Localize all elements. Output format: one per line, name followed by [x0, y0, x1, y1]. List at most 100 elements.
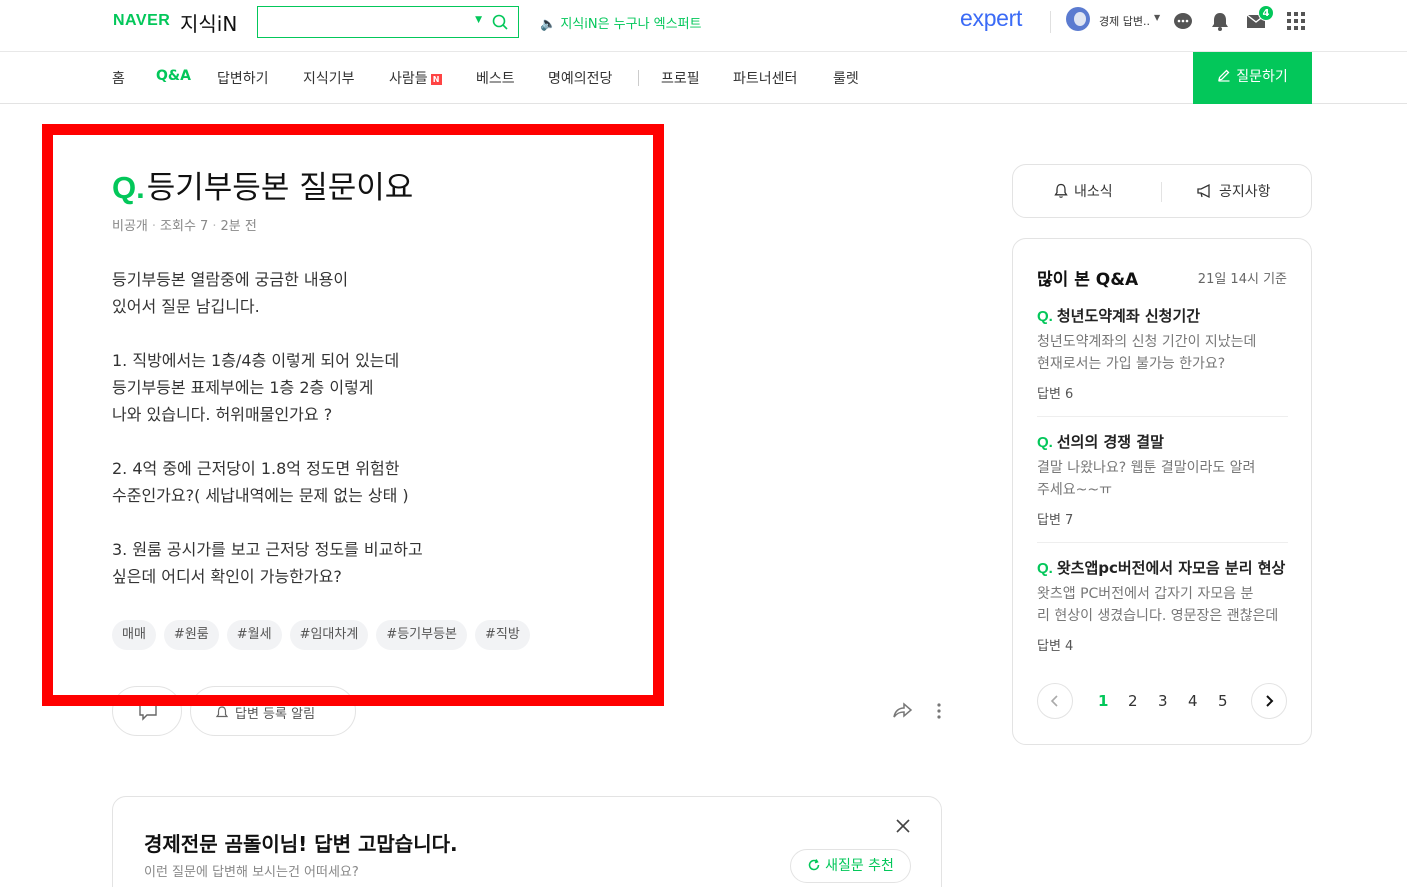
tag-chip[interactable]: #원룸 — [163, 620, 219, 650]
my-news-button[interactable]: 내소식 — [1053, 181, 1113, 201]
nav-best[interactable]: 베스트 — [476, 68, 515, 88]
pencil-icon — [1218, 69, 1230, 82]
popular-item-title: 선의의 경쟁 결말 — [1056, 433, 1164, 451]
chevron-down-icon[interactable]: ▼ — [1154, 13, 1160, 22]
popular-item-title: 청년도약계좌 신청기간 — [1056, 307, 1201, 325]
nav-home[interactable]: 홈 — [112, 68, 125, 88]
nav-qna[interactable]: Q&A — [156, 68, 191, 84]
notice-button[interactable]: 공지사항 — [1196, 181, 1271, 201]
recommend-new-question-button[interactable]: 새질문 추천 — [790, 849, 911, 883]
ask-question-label: 질문하기 — [1236, 69, 1288, 85]
popular-item-desc: 현재로서는 가입 불가능 한가요? — [1037, 356, 1226, 372]
popular-item-desc: 왓츠앱 PC버전에서 갑자기 자모음 분 — [1037, 586, 1254, 602]
page-number[interactable]: 1 — [1098, 692, 1108, 710]
chevron-left-icon — [1050, 695, 1058, 707]
answer-alert-label: 답변 등록 알림 — [235, 707, 316, 722]
ask-question-button[interactable]: 질문하기 — [1193, 52, 1312, 104]
page-number[interactable]: 3 — [1158, 692, 1168, 710]
new-badge: N — [430, 74, 442, 85]
popular-item-title: 왓츠앱pc버전에서 자모음 분리 현상 — [1056, 559, 1286, 577]
popular-item-desc: 리 현상이 생겼습니다. 영문장은 괜찮은데 — [1037, 608, 1279, 624]
main-nav: 홈 Q&A 답변하기 지식기부 사람들 N 베스트 명예의전당 프로필 파트너센터… — [0, 52, 1407, 104]
answer-alert-button[interactable]: 답변 등록 알림 — [190, 686, 356, 736]
page-number[interactable]: 2 — [1128, 692, 1138, 710]
search-dropdown-icon[interactable]: ▼ — [475, 15, 482, 25]
question-mark: Q. — [1037, 560, 1053, 577]
chat-icon[interactable] — [1172, 10, 1194, 32]
view-count: 조회수 7 — [160, 219, 209, 234]
naver-logo[interactable]: NAVER — [113, 12, 170, 30]
popular-timestamp: 21일 14시 기준 — [1197, 272, 1287, 287]
nav-roulette[interactable]: 룰렛 — [833, 68, 859, 88]
apps-grid-icon[interactable] — [1285, 10, 1307, 32]
popular-item-desc: 결말 나왔나요? 웹툰 결말이라도 알려 — [1037, 460, 1256, 476]
prev-page-button[interactable] — [1037, 683, 1073, 719]
tag-chip[interactable]: #직방 — [475, 620, 530, 650]
popular-qna-panel: 많이 본 Q&A 21일 14시 기준 Q. 청년도약계좌 신청기간 청년도약계좌… — [1012, 238, 1312, 745]
answer-prompt-card: 경제전문 곰돌이님! 답변 고맙습니다. 이런 질문에 답변해 보시는건 어떠세… — [112, 796, 942, 887]
popular-item[interactable]: Q. 선의의 경쟁 결말 결말 나왔나요? 웹툰 결말이라도 알려 주세요~~ㅠ 답… — [1037, 431, 1288, 528]
question-mark: Q. — [112, 170, 145, 205]
body-line: 싶은데 어디서 확인이 가능한가요? — [112, 567, 342, 586]
bell-icon — [215, 706, 229, 718]
popular-title: 많이 본 Q&A — [1037, 270, 1139, 290]
nav-divider — [638, 70, 639, 86]
tag-chip[interactable]: #등기부등본 — [376, 620, 468, 650]
top-bar: NAVER 지식iN ▼ 🔈 지식iN은 누구나 엑스퍼트 expert 경제 … — [0, 0, 1407, 52]
nav-hall-of-fame[interactable]: 명예의전당 — [548, 68, 612, 88]
nav-people[interactable]: 사람들 N — [389, 68, 442, 88]
page-number[interactable]: 4 — [1188, 692, 1198, 710]
body-line: 2. 4억 중에 근저당이 1.8억 정도면 위험한 — [112, 459, 400, 478]
sidebar-shortcuts: 내소식 공지사항 — [1012, 164, 1312, 218]
avatar[interactable] — [1066, 7, 1090, 31]
nav-donate[interactable]: 지식기부 — [303, 68, 355, 88]
divider — [1050, 11, 1051, 33]
nav-answer[interactable]: 답변하기 — [217, 68, 269, 88]
user-name[interactable]: 경제 답변.. — [1099, 13, 1150, 29]
body-line: 있어서 질문 남깁니다. — [112, 297, 260, 316]
bell-icon[interactable] — [1209, 10, 1231, 32]
popular-item-desc: 청년도약계좌의 신청 기간이 지났는데 — [1037, 334, 1257, 350]
pagination: 1 2 3 4 5 — [1037, 683, 1288, 719]
nav-profile[interactable]: 프로필 — [661, 68, 700, 88]
share-icon[interactable] — [891, 700, 913, 722]
kin-logo[interactable]: 지식iN — [180, 8, 237, 37]
visibility-label: 비공개 — [112, 219, 148, 234]
divider — [1037, 542, 1288, 543]
post-time: 2분 전 — [220, 219, 257, 234]
answer-prompt-subtitle: 이런 질문에 답변해 보시는건 어떠세요? — [144, 865, 359, 880]
close-icon[interactable] — [895, 818, 911, 834]
body-line: 3. 원룸 공시가를 보고 근저당 정도를 비교하고 — [112, 540, 423, 559]
divider — [1161, 182, 1162, 202]
notice-label: 공지사항 — [1219, 184, 1271, 200]
speech-bubble-icon — [139, 704, 157, 721]
next-page-button[interactable] — [1251, 683, 1287, 719]
nav-people-label: 사람들 — [389, 71, 428, 87]
question-meta: 비공개 · 조회수 7 · 2분 전 — [112, 219, 257, 234]
question-title: Q.등기부등본 질문이요 — [112, 162, 413, 207]
body-line: 나와 있습니다. 허위매물인가요 ? — [112, 405, 333, 424]
popular-item[interactable]: Q. 청년도약계좌 신청기간 청년도약계좌의 신청 기간이 지났는데현재로서는 가… — [1037, 305, 1288, 402]
tag-chip[interactable]: #임대차계 — [289, 620, 369, 650]
more-options-icon[interactable] — [936, 702, 942, 720]
popular-item-desc: 주세요~~ㅠ — [1037, 482, 1112, 498]
cheer-button[interactable] — [112, 686, 182, 736]
tag-chip[interactable]: #월세 — [226, 620, 282, 650]
body-line — [112, 428, 423, 455]
tag-chip[interactable]: 매매 — [112, 620, 156, 650]
recommend-new-question-label: 새질문 추천 — [825, 858, 894, 874]
search-input[interactable]: ▼ — [257, 6, 519, 38]
my-news-label: 내소식 — [1074, 184, 1113, 200]
search-icon[interactable] — [491, 13, 509, 31]
nav-partner-center[interactable]: 파트너센터 — [733, 68, 797, 88]
expert-logo[interactable]: expert — [960, 5, 1022, 32]
body-line: 등기부등본 표제부에는 1층 2층 이렇게 — [112, 378, 374, 397]
body-line — [112, 320, 423, 347]
page-number[interactable]: 5 — [1218, 692, 1228, 710]
popular-item-answers: 답변 4 — [1037, 639, 1074, 654]
popular-item[interactable]: Q. 왓츠앱pc버전에서 자모음 분리 현상 왓츠앱 PC버전에서 갑자기 자모음… — [1037, 557, 1288, 654]
chevron-right-icon — [1266, 695, 1274, 707]
expert-notice-link[interactable]: 🔈 지식iN은 누구나 엑스퍼트 — [540, 13, 702, 32]
question-mark: Q. — [1037, 308, 1053, 325]
answer-prompt-title: 경제전문 곰돌이님! 답변 고맙습니다. — [144, 832, 458, 856]
